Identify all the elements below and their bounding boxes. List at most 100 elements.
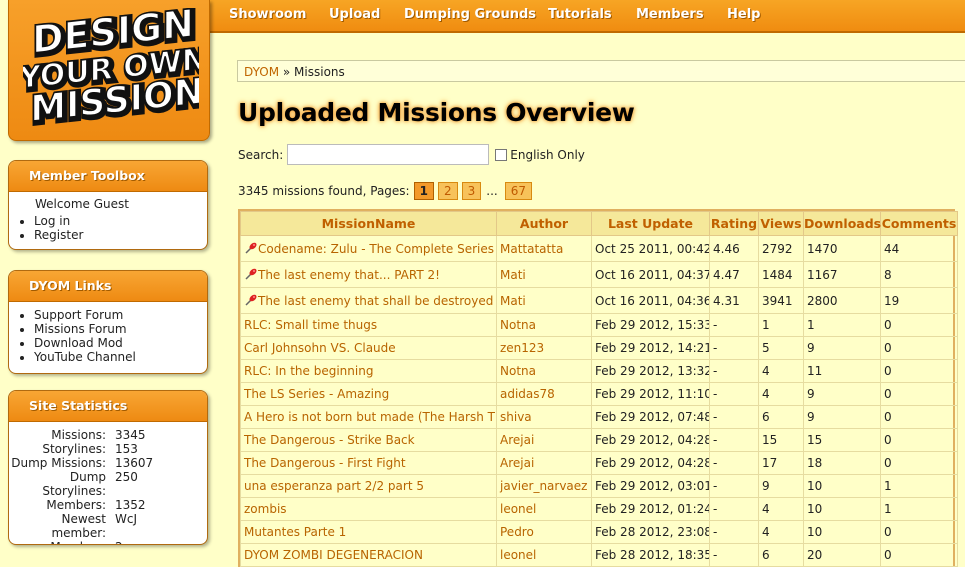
last-update-cell-text: Feb 29 2012, 04:28 bbox=[595, 456, 710, 470]
author-cell-text: Notna bbox=[500, 364, 536, 378]
table-row[interactable]: DYOM ZOMBI DEGENERACION leonel Feb 28 2012… bbox=[240, 543, 958, 567]
breadcrumb-dyom-link[interactable]: DYOM bbox=[244, 65, 279, 79]
table-row[interactable]: Codename: Zulu - The Complete Series Matt… bbox=[240, 235, 958, 262]
rating-cell: - bbox=[709, 428, 759, 452]
missions-forum-link[interactable]: Missions Forum bbox=[34, 322, 207, 336]
col-author[interactable]: Author bbox=[496, 211, 592, 236]
mission-name-cell[interactable]: una esperanza part 2/2 part 5 bbox=[240, 474, 497, 498]
page-2-link[interactable]: 2 bbox=[437, 182, 458, 200]
author-cell[interactable]: Pedro bbox=[496, 520, 592, 544]
downloads-cell-text: 2800 bbox=[807, 293, 838, 308]
dyom-links-box: DYOM Links Support Forum Missions Forum … bbox=[8, 270, 208, 374]
table-row[interactable]: RLC: In the beginning Notna Feb 29 2012, 1… bbox=[240, 359, 958, 383]
downloads-cell: 10 bbox=[803, 497, 881, 521]
mission-name-cell[interactable]: The last enemy that... PART 2! bbox=[240, 261, 497, 288]
author-cell[interactable]: Arejai bbox=[496, 428, 592, 452]
col-views[interactable]: Views bbox=[758, 211, 804, 236]
mission-name-cell-text: The Dangerous - First Fight bbox=[244, 456, 406, 470]
last-update-cell: Oct 16 2011, 04:36 bbox=[591, 287, 710, 314]
author-cell[interactable]: Mati bbox=[496, 261, 592, 288]
page-3-link[interactable]: 3 bbox=[461, 182, 482, 200]
search-row: Search: English Only bbox=[238, 144, 585, 165]
comments-cell: 0 bbox=[880, 313, 958, 337]
author-cell[interactable]: leonel bbox=[496, 497, 592, 521]
mission-name-cell[interactable]: RLC: Small time thugs bbox=[240, 313, 497, 337]
site-statistics-title: Site Statistics bbox=[9, 391, 207, 422]
nav-showroom[interactable]: Showroom bbox=[229, 7, 306, 22]
table-row[interactable]: The LS Series - Amazing adidas78 Feb 29 20… bbox=[240, 382, 958, 406]
mission-name-cell-text: zombis bbox=[244, 502, 287, 516]
mission-name-cell[interactable]: A Hero is not born but made (The Harsh T bbox=[240, 405, 497, 429]
views-cell: 1484 bbox=[758, 261, 804, 288]
table-row[interactable]: The last enemy that... PART 2! Mati Oct 16… bbox=[240, 261, 958, 288]
support-forum-link[interactable]: Support Forum bbox=[34, 308, 207, 322]
author-cell[interactable]: leonel bbox=[496, 543, 592, 567]
table-row[interactable]: The Dangerous - Strike Back Arejai Feb 29 … bbox=[240, 428, 958, 452]
mission-name-cell[interactable]: Codename: Zulu - The Complete Series bbox=[240, 235, 497, 262]
col-comments[interactable]: Comments bbox=[880, 211, 958, 236]
views-cell: 15 bbox=[758, 428, 804, 452]
author-cell[interactable]: Mattatatta bbox=[496, 235, 592, 262]
download-mod-link[interactable]: Download Mod bbox=[34, 336, 207, 350]
english-only-checkbox[interactable] bbox=[495, 148, 508, 161]
downloads-cell: 11 bbox=[803, 359, 881, 383]
col-rating[interactable]: Rating bbox=[709, 211, 759, 236]
table-row[interactable]: zombis leonel Feb 29 2012, 01:24- 4 10 1 bbox=[240, 497, 958, 521]
col-last-update[interactable]: Last Update bbox=[591, 211, 710, 236]
nav-tutorials[interactable]: Tutorials bbox=[548, 7, 612, 22]
nav-dumping-grounds[interactable]: Dumping Grounds bbox=[404, 7, 536, 22]
page-1-link[interactable]: 1 bbox=[413, 182, 434, 200]
mission-name-cell[interactable]: Carl Johnsohn VS. Claude bbox=[240, 336, 497, 360]
table-row[interactable]: Carl Johnsohn VS. Claude zen123 Feb 29 201… bbox=[240, 336, 958, 360]
mission-name-cell[interactable]: RLC: In the beginning bbox=[240, 359, 497, 383]
comments-cell: 8 bbox=[880, 261, 958, 288]
author-cell[interactable]: javier_narvaez bbox=[496, 474, 592, 498]
author-cell[interactable]: adidas78 bbox=[496, 382, 592, 406]
downloads-cell-text: 10 bbox=[807, 502, 823, 516]
author-cell[interactable]: Notna bbox=[496, 359, 592, 383]
stats-label: Members: bbox=[46, 498, 106, 512]
author-cell[interactable]: Notna bbox=[496, 313, 592, 337]
mission-name-cell[interactable]: zombis bbox=[240, 497, 497, 521]
site-logo[interactable]: DESIGN DESIGN YOUR OWN YOUR OWN MISSION … bbox=[8, 0, 210, 141]
author-cell[interactable]: shiva bbox=[496, 405, 592, 429]
english-only-label: English Only bbox=[510, 147, 585, 162]
mission-name-cell[interactable]: The Dangerous - Strike Back bbox=[240, 428, 497, 452]
views-cell: 6 bbox=[758, 543, 804, 567]
rating-cell-text: - bbox=[713, 433, 718, 447]
mission-name-cell-text: A Hero is not born but made (The Harsh T bbox=[244, 410, 495, 424]
stats-label: Members Online: bbox=[9, 540, 115, 544]
author-cell[interactable]: Arejai bbox=[496, 451, 592, 475]
register-link[interactable]: Register bbox=[34, 228, 207, 242]
mission-name-cell[interactable]: DYOM ZOMBI DEGENERACION bbox=[240, 543, 497, 567]
table-row[interactable]: The last enemy that shall be destroyed P… bbox=[240, 287, 958, 314]
pushpin-icon bbox=[244, 268, 258, 280]
stats-row: Members: 1352 bbox=[9, 498, 207, 512]
mission-name-cell[interactable]: The last enemy that shall be destroyed P bbox=[240, 287, 497, 314]
col-downloads[interactable]: Downloads bbox=[803, 211, 881, 236]
mission-name-cell[interactable]: Mutantes Parte 1 bbox=[240, 520, 497, 544]
nav-help[interactable]: Help bbox=[727, 7, 760, 22]
table-row[interactable]: The Dangerous - First Fight Arejai Feb 29 … bbox=[240, 451, 958, 475]
last-page-link[interactable]: 67 bbox=[504, 182, 532, 200]
table-row[interactable]: Mutantes Parte 1 Pedro Feb 28 2012, 23:08-… bbox=[240, 520, 958, 544]
downloads-cell-text: 10 bbox=[807, 525, 823, 539]
last-update-cell: Feb 29 2012, 04:28 bbox=[591, 451, 710, 475]
mission-name-cell[interactable]: The Dangerous - First Fight bbox=[240, 451, 497, 475]
mission-name-cell[interactable]: The LS Series - Amazing bbox=[240, 382, 497, 406]
nav-members[interactable]: Members bbox=[636, 7, 704, 22]
author-cell[interactable]: zen123 bbox=[496, 336, 592, 360]
table-row[interactable]: A Hero is not born but made (The Harsh T… bbox=[240, 405, 958, 429]
search-input[interactable] bbox=[287, 144, 490, 165]
col-mission-name[interactable]: MissionName bbox=[240, 211, 497, 236]
youtube-channel-link[interactable]: YouTube Channel bbox=[34, 350, 207, 364]
downloads-cell: 1470 bbox=[803, 235, 881, 262]
stats-value: 3345 bbox=[115, 428, 146, 442]
login-link[interactable]: Log in bbox=[34, 214, 207, 228]
table-row[interactable]: una esperanza part 2/2 part 5 javier_narv… bbox=[240, 474, 958, 498]
views-cell: 17 bbox=[758, 451, 804, 475]
rating-cell: - bbox=[709, 405, 759, 429]
nav-upload[interactable]: Upload bbox=[329, 7, 380, 22]
table-row[interactable]: RLC: Small time thugs Notna Feb 29 2012, 1… bbox=[240, 313, 958, 337]
author-cell[interactable]: Mati bbox=[496, 287, 592, 314]
